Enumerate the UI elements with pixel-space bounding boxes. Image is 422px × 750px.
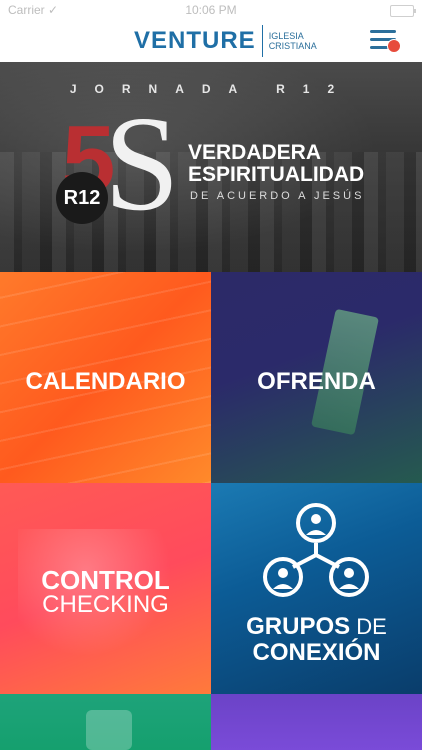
tile-label-grupos: GRUPOS <box>246 613 351 640</box>
logo-separator <box>261 25 263 57</box>
app-logo[interactable]: VENTURE IGLESIA CRISTIANA <box>134 25 317 57</box>
tile-partial-right[interactable] <box>211 694 422 750</box>
notification-dot-icon <box>387 39 401 53</box>
phone-image <box>86 710 132 750</box>
banner-title-line2: ESPIRITUALIDAD <box>188 163 365 186</box>
hero-banner[interactable]: JORNADA R12 5 S R12 VERDADERA ESPIRITUAL… <box>0 62 422 272</box>
tile-label-de: DE <box>350 614 387 639</box>
menu-button[interactable] <box>370 29 401 53</box>
logo-sub-line2: CRISTIANA <box>268 41 317 51</box>
tile-control-checking[interactable]: CONTROL CHECKING <box>0 483 211 694</box>
app-header: VENTURE IGLESIA CRISTIANA <box>0 20 422 63</box>
status-bar: Carrier ✓ 10:06 PM <box>0 0 422 20</box>
banner-kicker: JORNADA R12 <box>69 82 353 96</box>
tile-background <box>211 694 422 750</box>
tile-label-line2: CONEXIÓN <box>252 639 381 666</box>
hamburger-icon <box>370 46 388 49</box>
tile-partial-left[interactable] <box>0 694 211 750</box>
time-label: 10:06 PM <box>185 3 237 17</box>
banner-badge: R12 <box>56 172 108 224</box>
hamburger-icon <box>370 30 396 33</box>
banner-title-line1: VERDADERA <box>188 141 322 164</box>
banner-subtitle: DE ACUERDO A JESÚS <box>190 190 365 202</box>
banner-big-letter: S <box>104 89 180 239</box>
tile-label: OFRENDA <box>257 368 376 395</box>
tile-label: CALENDARIO <box>25 368 186 395</box>
tile-grupos-de-conexion[interactable]: GRUPOS DE CONEXIÓN <box>211 483 422 694</box>
battery-icon <box>390 5 416 17</box>
group-network-icon <box>263 503 369 597</box>
tile-calendario[interactable]: CALENDARIO <box>0 272 211 483</box>
logo-venture-text: VENTURE <box>134 27 256 54</box>
logo-subtitle: IGLESIA CRISTIANA <box>269 31 317 51</box>
tile-label-line2: CHECKING <box>42 591 169 618</box>
logo-sub-line1: IGLESIA <box>268 31 304 41</box>
tile-ofrenda[interactable]: OFRENDA <box>211 272 422 483</box>
tile-label-line1: GRUPOS DE <box>211 613 422 641</box>
